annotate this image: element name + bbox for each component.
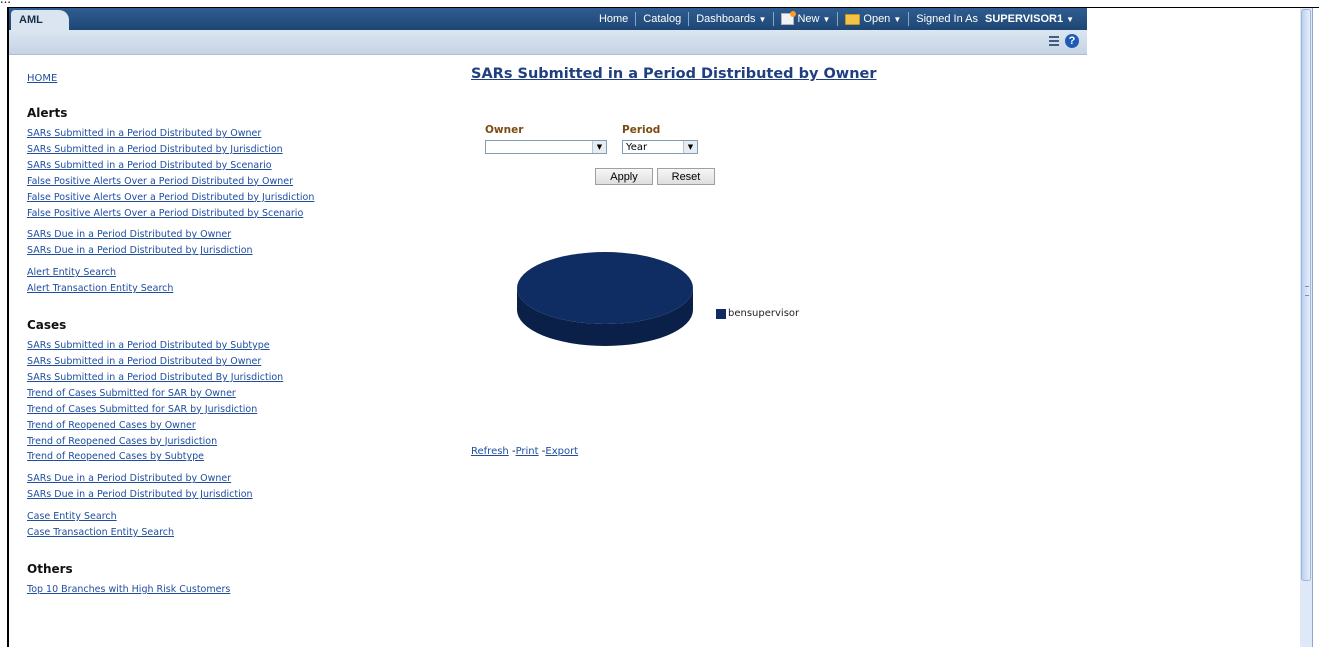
chevron-down-icon: ▼: [1066, 14, 1074, 24]
signed-in-username: SUPERVISOR1: [985, 13, 1064, 25]
nav-signed-in-user[interactable]: Signed In As SUPERVISOR1 ▼: [909, 13, 1081, 25]
case-link[interactable]: SARs Submitted in a Period Distributed b…: [27, 338, 357, 354]
cases-links: SARs Submitted in a Period Distributed b…: [27, 338, 357, 541]
help-icon[interactable]: ?: [1065, 34, 1079, 48]
refresh-link[interactable]: Refresh: [471, 446, 509, 457]
nav-dashboards-label: Dashboards: [696, 13, 756, 25]
chevron-down-icon: ▼: [758, 14, 767, 24]
nav-open-label: Open: [863, 13, 891, 25]
case-link[interactable]: SARs Submitted in a Period Distributed B…: [27, 370, 357, 386]
nav-new-label: New: [797, 13, 820, 25]
scrollbar-grip-icon: [1305, 286, 1309, 296]
case-link[interactable]: SARs Due in a Period Distributed by Owne…: [27, 471, 357, 487]
dropdown-arrow-icon: ▼: [592, 141, 606, 153]
alert-link[interactable]: False Positive Alerts Over a Period Dist…: [27, 206, 357, 222]
alert-link[interactable]: Alert Transaction Entity Search: [27, 281, 357, 297]
apply-button[interactable]: Apply: [595, 168, 653, 185]
application-window: AML Home Catalog Dashboards ▼ New ▼ Open…: [9, 8, 1299, 647]
section-title-cases: Cases: [27, 318, 67, 333]
toolbar-bar: ?: [9, 30, 1087, 55]
page-title: SARs Submitted in a Period Distributed b…: [471, 66, 877, 82]
case-link[interactable]: Trend of Reopened Cases by Subtype: [27, 449, 357, 465]
others-link[interactable]: Top 10 Branches with High Risk Customers: [27, 582, 357, 598]
alert-link[interactable]: Alert Entity Search: [27, 265, 357, 281]
alert-link[interactable]: SARs Submitted in a Period Distributed b…: [27, 142, 357, 158]
case-link[interactable]: Trend of Reopened Cases by Jurisdiction: [27, 434, 357, 450]
signed-in-prefix: Signed In As: [916, 13, 979, 25]
section-title-others: Others: [27, 561, 73, 576]
alert-link[interactable]: SARs Due in a Period Distributed by Owne…: [27, 227, 357, 243]
toolbar-icons: ?: [1049, 34, 1079, 48]
page-options-icon[interactable]: [1049, 35, 1063, 47]
legend-label: bensupervisor: [728, 308, 800, 319]
vertical-scrollbar[interactable]: [1300, 8, 1312, 647]
nav-open[interactable]: Open ▼: [838, 13, 908, 25]
period-select[interactable]: Year ▼: [622, 140, 698, 154]
nav-home[interactable]: Home: [592, 13, 635, 25]
others-links: Top 10 Branches with High Risk Customers: [27, 582, 357, 598]
dashboard-navigation: HOME Alerts SARs Submitted in a Period D…: [27, 66, 357, 598]
legend-swatch: [716, 308, 726, 319]
global-nav: Home Catalog Dashboards ▼ New ▼ Open ▼ S…: [592, 8, 1081, 30]
alert-link[interactable]: SARs Due in a Period Distributed by Juri…: [27, 243, 357, 259]
dropdown-arrow-icon: ▼: [683, 141, 697, 153]
pie-chart-group: [517, 252, 693, 346]
chart-legend: bensupervisor: [716, 308, 799, 319]
case-link[interactable]: Case Entity Search: [27, 509, 357, 525]
case-link[interactable]: Trend of Reopened Cases by Owner: [27, 418, 357, 434]
nav-dashboards[interactable]: Dashboards ▼: [689, 13, 773, 25]
alert-link[interactable]: False Positive Alerts Over a Period Dist…: [27, 174, 357, 190]
scrollbar-thumb[interactable]: [1301, 9, 1311, 581]
pie-chart: [517, 252, 693, 346]
tab-aml[interactable]: AML: [11, 10, 69, 30]
nav-new[interactable]: New ▼: [774, 11, 837, 25]
case-link[interactable]: SARs Submitted in a Period Distributed b…: [27, 354, 357, 370]
chevron-down-icon: ▼: [893, 14, 902, 24]
chevron-down-icon: ▼: [822, 14, 831, 24]
new-document-icon: [781, 11, 797, 25]
window-right-edge: [1312, 8, 1319, 647]
alert-link[interactable]: SARs Submitted in a Period Distributed b…: [27, 126, 357, 142]
alerts-links: SARs Submitted in a Period Distributed b…: [27, 126, 357, 297]
period-select-value: Year: [626, 142, 648, 153]
case-link[interactable]: Trend of Cases Submitted for SAR by Juri…: [27, 402, 357, 418]
section-title-alerts: Alerts: [27, 106, 68, 120]
case-link[interactable]: Case Transaction Entity Search: [27, 525, 357, 541]
reset-button[interactable]: Reset: [657, 168, 715, 185]
print-link[interactable]: Print: [516, 446, 539, 457]
folder-open-icon: [845, 13, 861, 25]
export-link[interactable]: Export: [545, 446, 578, 457]
case-link[interactable]: Trend of Cases Submitted for SAR by Owne…: [27, 386, 357, 402]
alert-link[interactable]: SARs Submitted in a Period Distributed b…: [27, 158, 357, 174]
pie-slice[interactable]: [517, 252, 693, 324]
header-bar: AML Home Catalog Dashboards ▼ New ▼ Open…: [9, 8, 1087, 30]
home-link[interactable]: HOME: [27, 73, 57, 84]
report-links: Refresh -Print -Export: [471, 446, 578, 457]
alert-link[interactable]: False Positive Alerts Over a Period Dist…: [27, 190, 357, 206]
period-label: Period: [622, 124, 661, 136]
nav-catalog[interactable]: Catalog: [636, 13, 688, 25]
owner-select[interactable]: ▼: [485, 140, 607, 154]
case-link[interactable]: SARs Due in a Period Distributed by Juri…: [27, 487, 357, 503]
owner-label: Owner: [485, 124, 524, 136]
